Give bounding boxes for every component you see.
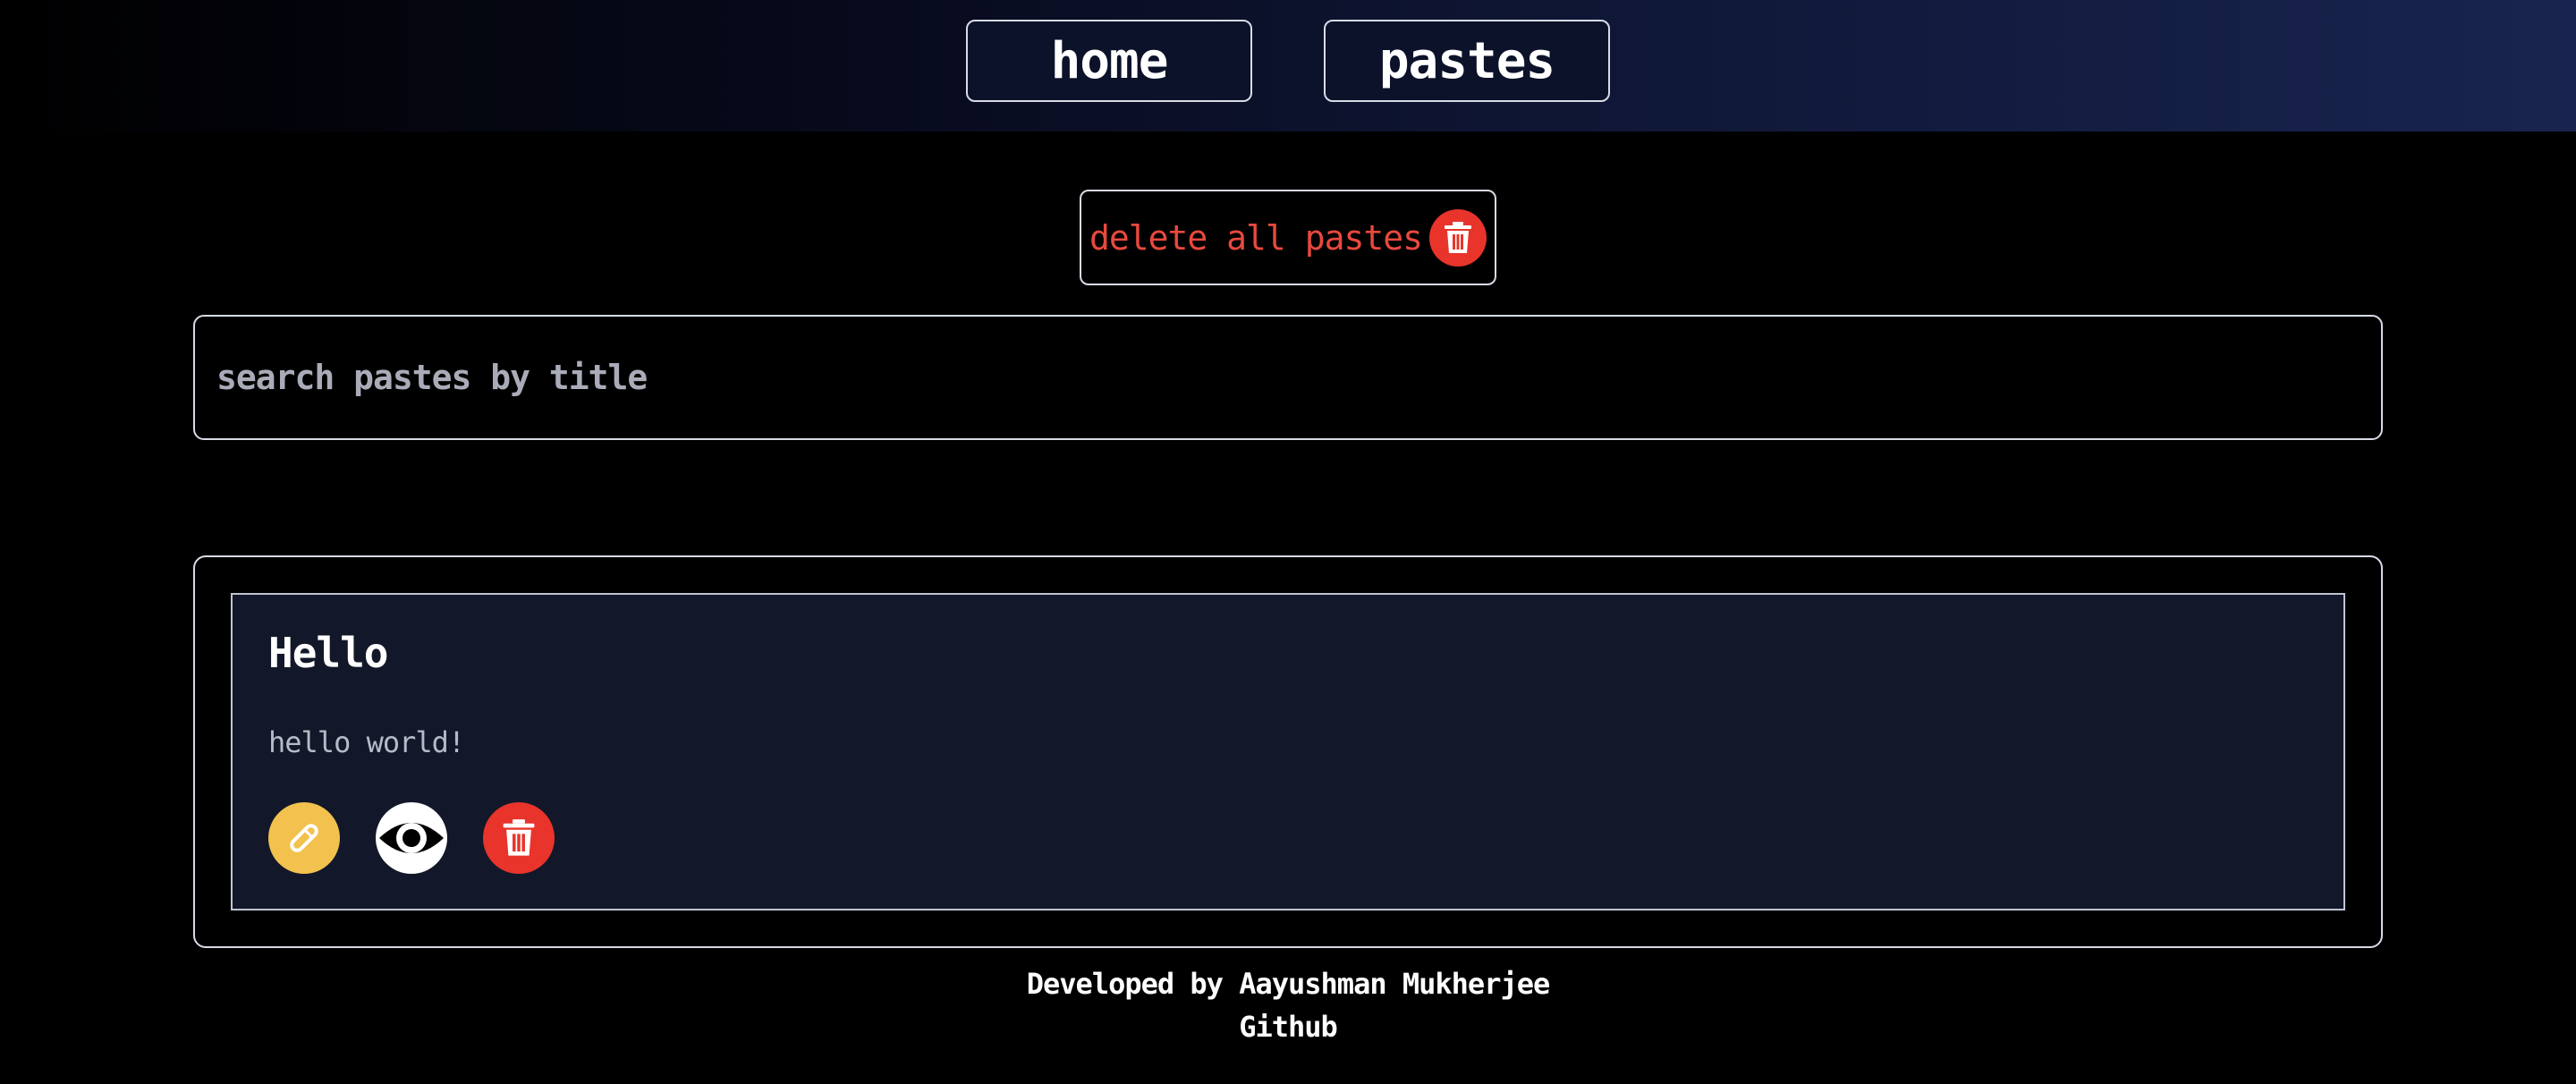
top-navbar: home pastes	[0, 0, 2576, 131]
delete-all-pastes-button[interactable]: delete all pastes	[1080, 190, 1496, 285]
nav-pastes-button[interactable]: pastes	[1324, 20, 1610, 102]
search-box	[193, 315, 2383, 440]
search-input[interactable]	[195, 317, 2381, 438]
trash-icon	[1428, 208, 1487, 267]
trash-icon[interactable]	[483, 802, 555, 874]
pencil-icon[interactable]	[268, 802, 340, 874]
eye-icon[interactable]	[376, 802, 447, 874]
footer: Developed by Aayushman Mukherjee Github	[0, 962, 2576, 1048]
paste-content: hello world!	[268, 725, 465, 759]
github-link[interactable]: Github	[0, 1005, 2576, 1048]
developer-credit: Developed by Aayushman Mukherjee	[1026, 967, 1551, 1001]
paste-title: Hello	[268, 629, 388, 677]
nav-home-button[interactable]: home	[966, 20, 1252, 102]
paste-actions	[268, 802, 555, 874]
delete-all-label: delete all pastes	[1089, 217, 1423, 258]
pastes-list: Hello hello world!	[193, 555, 2383, 948]
paste-card: Hello hello world!	[231, 593, 2345, 910]
